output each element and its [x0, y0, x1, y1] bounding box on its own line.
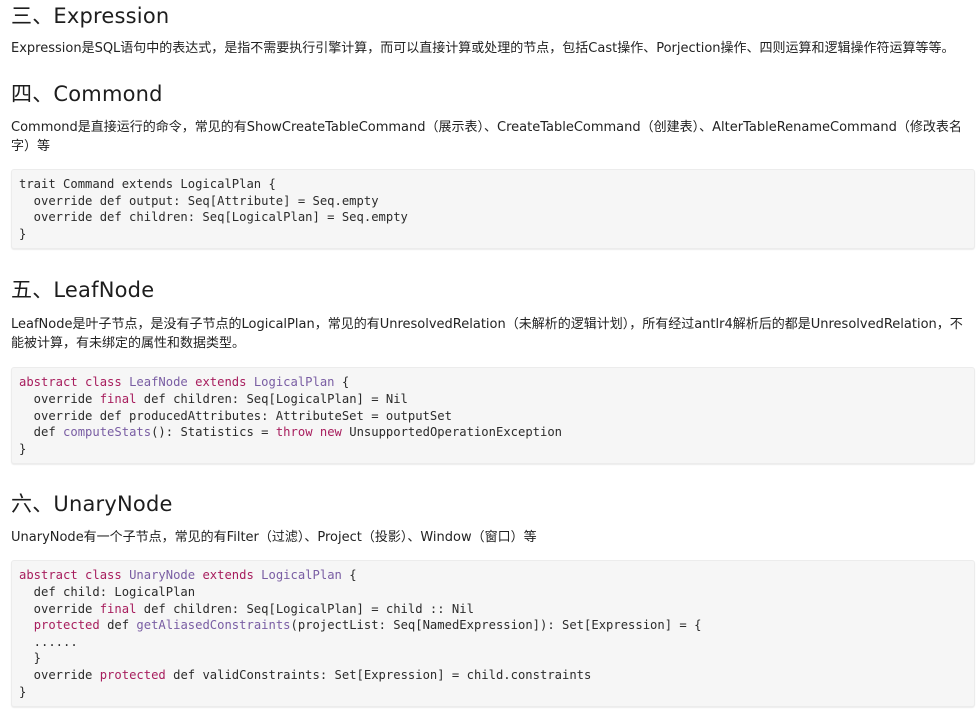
- section-paragraph-commond: Commond是直接运行的命令，常见的有ShowCreateTableComma…: [11, 120, 962, 154]
- code-token: }: [19, 684, 27, 699]
- section-paragraph-expression: Expression是SQL语句中的表达式，是指不需要执行引擎计算，而可以直接计…: [11, 41, 955, 56]
- code-token: new: [319, 425, 342, 440]
- section-heading-commond: 四、Commond: [11, 82, 163, 106]
- code-line: abstract class UnaryNode extends Logical…: [19, 567, 967, 584]
- code-token: UnaryNode: [129, 568, 196, 583]
- article-page: 三、Expression Expression是SQL语句中的表达式，是指不需要…: [0, 1, 976, 726]
- code-token: (): Statistics =: [151, 425, 276, 440]
- code-token: LogicalPlan: [253, 375, 335, 390]
- code-line: }: [19, 441, 967, 458]
- code-line: def computeStats(): Statistics = throw n…: [19, 424, 967, 441]
- code-token: trait Command extends LogicalPlan {: [19, 177, 276, 191]
- code-token: getAliasedConstraints: [136, 618, 291, 633]
- code-block-unarynode: abstract class UnaryNode extends Logical…: [11, 560, 975, 708]
- section-paragraph-unarynode: UnaryNode有一个子节点，常见的有Filter（过滤）、Project（投…: [11, 530, 537, 546]
- code-line: override final def children: Seq[Logical…: [19, 601, 967, 618]
- code-token: LogicalPlan: [261, 568, 342, 583]
- code-token: override: [19, 391, 100, 406]
- code-token: UnsupportedOperationException: [341, 425, 563, 440]
- code-token: (projectList: Seq[NamedExpression]): Set…: [290, 618, 702, 633]
- code-token: extends: [187, 375, 254, 390]
- code-token: def child: LogicalPlan: [19, 584, 196, 599]
- code-line: ......: [19, 634, 967, 651]
- code-line: override final def children: Seq[Logical…: [19, 391, 967, 408]
- section-heading-expression: 三、Expression: [11, 4, 170, 28]
- code-line: override protected def validConstraints:…: [19, 667, 967, 684]
- code-line: }: [19, 226, 967, 243]
- code-line: abstract class LeafNode extends LogicalP…: [19, 374, 967, 391]
- code-token: def children: Seq[LogicalPlan] = child :…: [136, 601, 474, 616]
- code-block-leafnode: abstract class LeafNode extends LogicalP…: [11, 367, 975, 465]
- code-line: protected def getAliasedConstraints(proj…: [19, 617, 967, 634]
- code-token: }: [19, 226, 27, 241]
- code-line: override def children: Seq[LogicalPlan] …: [19, 209, 967, 226]
- code-line: }: [19, 650, 967, 667]
- code-token: {: [334, 375, 350, 390]
- code-token: override def children: Seq[LogicalPlan] …: [19, 210, 408, 225]
- code-token: computeStats: [63, 425, 152, 440]
- code-token: final: [99, 391, 137, 406]
- code-token: }: [19, 441, 27, 456]
- code-token: def: [99, 618, 137, 633]
- code-line: override def output: Seq[Attribute] = Se…: [19, 193, 967, 210]
- code-token: protected: [33, 618, 100, 633]
- code-token: override: [19, 667, 100, 682]
- section-heading-leafnode: 五、LeafNode: [11, 278, 155, 303]
- code-token: protected: [99, 667, 166, 682]
- code-line: trait Command extends LogicalPlan {: [19, 176, 967, 193]
- code-block-command: trait Command extends LogicalPlan { over…: [11, 169, 975, 250]
- code-token: abstract class: [19, 568, 130, 583]
- code-token: final: [99, 601, 137, 616]
- code-token: override: [19, 601, 100, 616]
- code-token: abstract class: [19, 375, 130, 390]
- code-token: def validConstraints: Set[Expression] = …: [165, 667, 592, 682]
- section-heading-unarynode: 六、UnaryNode: [11, 492, 173, 517]
- code-token: }: [19, 651, 42, 666]
- code-token: extends: [195, 568, 262, 583]
- code-token: ......: [19, 634, 78, 649]
- code-line: override def producedAttributes: Attribu…: [19, 408, 967, 425]
- code-token: {: [341, 568, 357, 583]
- section-paragraph-leafnode: LeafNode是叶子节点，是没有子节点的LogicalPlan，常见的有Unr…: [11, 317, 963, 352]
- code-line: def child: LogicalPlan: [19, 584, 967, 601]
- code-token: override def output: Seq[Attribute] = Se…: [19, 193, 379, 208]
- code-token: def: [19, 425, 64, 440]
- code-token: LeafNode: [129, 375, 188, 390]
- code-line: }: [19, 684, 967, 701]
- code-token: throw: [275, 425, 313, 440]
- code-token: override def producedAttributes: Attribu…: [19, 408, 452, 423]
- code-token: def children: Seq[LogicalPlan] = Nil: [136, 391, 408, 406]
